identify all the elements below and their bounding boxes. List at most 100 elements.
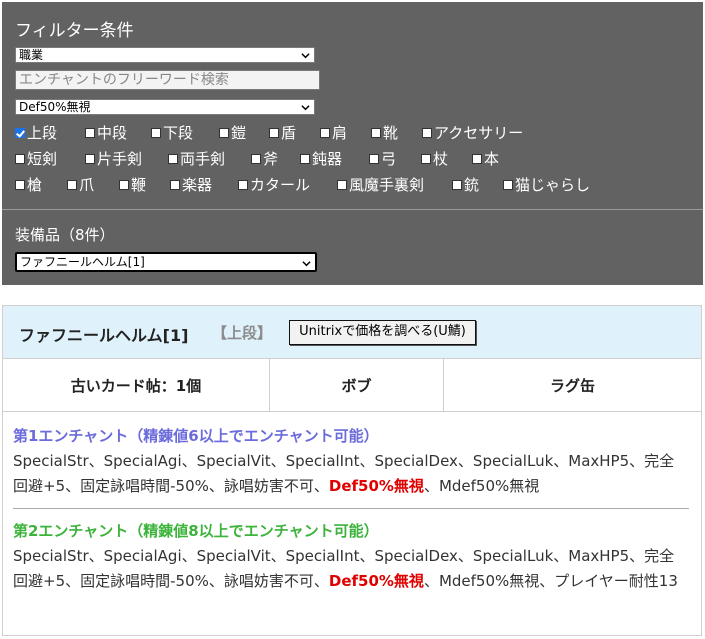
checkbox-label: 風魔手裏剣 <box>349 176 425 194</box>
checkbox-label: 杖 <box>433 150 449 168</box>
enchant1-text-end: 、Mdef50%無視 <box>423 477 540 495</box>
checkbox-label: カタール <box>250 176 311 194</box>
checkbox-label: 鈍器 <box>312 150 343 168</box>
enchant2-title: 第2エンチャント（精錬値8以上でエンチャント可能） <box>13 522 379 540</box>
checkbox-armor[interactable]: 鎧 <box>219 122 246 143</box>
checkbox-icon <box>119 179 129 190</box>
item-slot: 【上段】 <box>212 324 273 342</box>
equipment-select-value: ファフニールヘルム[1] <box>20 255 145 269</box>
checkbox-icon <box>300 153 310 164</box>
enchant-search-input[interactable]: エンチャントのフリーワード検索 <box>15 70 320 90</box>
checkbox-icon <box>85 127 95 138</box>
checkbox-label: アクセサリー <box>434 124 524 142</box>
enchant1-title: 第1エンチャント（精錬値6以上でエンチャント可能） <box>13 427 379 445</box>
checkbox-label: 中段 <box>97 124 128 142</box>
item-name: ファフニールヘルム[1] <box>19 326 189 345</box>
checkbox-huuma-shuriken[interactable]: 風魔手裏剣 <box>337 174 424 195</box>
panel-divider <box>2 209 703 210</box>
enchant2-text-end: 、Mdef50%無視、プレイヤー耐性13 <box>423 572 678 590</box>
checkbox-icon <box>219 127 229 138</box>
enchant-select[interactable]: Def50%無視 <box>15 99 315 115</box>
checkbox-label: 両手剣 <box>180 150 226 168</box>
checkbox-icon <box>371 127 381 138</box>
checkbox-lower[interactable]: 下段 <box>151 122 193 143</box>
checkbox-label: 斧 <box>263 150 279 168</box>
enchant1-highlight: Def50%無視 <box>328 477 424 495</box>
checkbox-label: 鎧 <box>231 124 247 142</box>
equipment-select[interactable]: ファフニールヘルム[1] <box>15 252 317 272</box>
checkbox-label: 爪 <box>79 176 95 194</box>
search-placeholder: エンチャントのフリーワード検索 <box>19 72 229 88</box>
checkbox-icon <box>472 153 482 164</box>
checkbox-gun[interactable]: 銃 <box>452 174 479 195</box>
checkbox-staff[interactable]: 杖 <box>421 148 448 169</box>
enchant1-list: SpecialStr、SpecialAgi、SpecialVit、Special… <box>13 449 685 499</box>
checkbox-book[interactable]: 本 <box>472 148 499 169</box>
checkbox-instrument[interactable]: 楽器 <box>170 174 212 195</box>
source-cell: ボブ <box>341 376 372 395</box>
job-select-value: 職業 <box>19 48 44 62</box>
checkbox-middle[interactable]: 中段 <box>85 122 127 143</box>
source-cell: ラグ缶 <box>549 376 595 395</box>
checkbox-label: 短剣 <box>27 150 58 168</box>
enchant2-list: SpecialStr、SpecialAgi、SpecialVit、Special… <box>13 544 685 594</box>
checkbox-label: 肩 <box>332 124 348 142</box>
checkbox-icon <box>337 179 347 190</box>
checkbox-icon <box>452 179 462 190</box>
checkbox-label: 靴 <box>383 124 399 142</box>
chevron-down-icon <box>301 105 310 111</box>
enchant2-highlight: Def50%無視 <box>328 572 424 590</box>
checkbox-icon <box>15 153 25 164</box>
price-check-button[interactable]: Unitrixで価格を調べる(U鯖) <box>289 320 476 345</box>
checkbox-mace[interactable]: 鈍器 <box>300 148 342 169</box>
source-row: 古いカード帖：1個 ボブ ラグ缶 <box>3 359 701 412</box>
checkbox-label: 片手剣 <box>97 150 143 168</box>
checkbox-label: 盾 <box>281 124 297 142</box>
checkbox-icon <box>320 127 330 138</box>
checkbox-dagger[interactable]: 短剣 <box>15 148 57 169</box>
checkbox-shield[interactable]: 盾 <box>269 122 296 143</box>
item-card: ファフニールヘルム[1] 【上段】 Unitrixで価格を調べる(U鯖) 古いカ… <box>2 305 702 636</box>
checkbox-checked-icon <box>15 127 25 138</box>
checkbox-one-hand-sword[interactable]: 片手剣 <box>85 148 142 169</box>
checkbox-icon <box>170 179 180 190</box>
checkbox-whip[interactable]: 鞭 <box>119 174 146 195</box>
filter-title: フィルター条件 <box>15 21 134 41</box>
checkbox-bow[interactable]: 弓 <box>369 148 396 169</box>
checkbox-icon <box>151 127 161 138</box>
checkbox-shoes[interactable]: 靴 <box>371 122 398 143</box>
chevron-down-icon <box>301 53 310 59</box>
checkbox-icon <box>421 153 431 164</box>
checkbox-accessory[interactable]: アクセサリー <box>422 122 523 143</box>
source-cell: 古いカード帖：1個 <box>70 376 202 395</box>
checkbox-icon <box>67 179 77 190</box>
checkbox-icon <box>15 179 25 190</box>
item-header: ファフニールヘルム[1] 【上段】 Unitrixで価格を調べる(U鯖) <box>3 306 701 359</box>
checkbox-label: 下段 <box>163 124 194 142</box>
checkbox-label: 猫じゃらし <box>515 176 591 194</box>
checkbox-label: 鞭 <box>131 176 147 194</box>
equipment-count-label: 装備品（8件） <box>15 226 115 244</box>
checkbox-upper[interactable]: 上段 <box>15 122 57 143</box>
checkbox-cat-toy[interactable]: 猫じゃらし <box>503 174 590 195</box>
checkbox-claw[interactable]: 爪 <box>67 174 94 195</box>
checkbox-two-hand-sword[interactable]: 両手剣 <box>168 148 225 169</box>
checkbox-icon <box>238 179 248 190</box>
checkbox-icon <box>369 153 379 164</box>
checkbox-label: 槍 <box>27 176 43 194</box>
checkbox-spear[interactable]: 槍 <box>15 174 42 195</box>
checkbox-katar[interactable]: カタール <box>238 174 310 195</box>
checkbox-axe[interactable]: 斧 <box>251 148 278 169</box>
checkbox-icon <box>168 153 178 164</box>
checkbox-label: 弓 <box>381 150 397 168</box>
enchant-separator <box>13 508 689 509</box>
checkbox-icon <box>251 153 261 164</box>
checkbox-garment[interactable]: 肩 <box>320 122 347 143</box>
job-select[interactable]: 職業 <box>15 47 315 63</box>
checkbox-icon <box>422 127 432 138</box>
checkbox-label: 上段 <box>27 124 58 142</box>
enchant-select-value: Def50%無視 <box>19 100 91 114</box>
checkbox-label: 銃 <box>464 176 480 194</box>
checkbox-label: 楽器 <box>182 176 213 194</box>
chevron-down-icon <box>302 261 311 267</box>
